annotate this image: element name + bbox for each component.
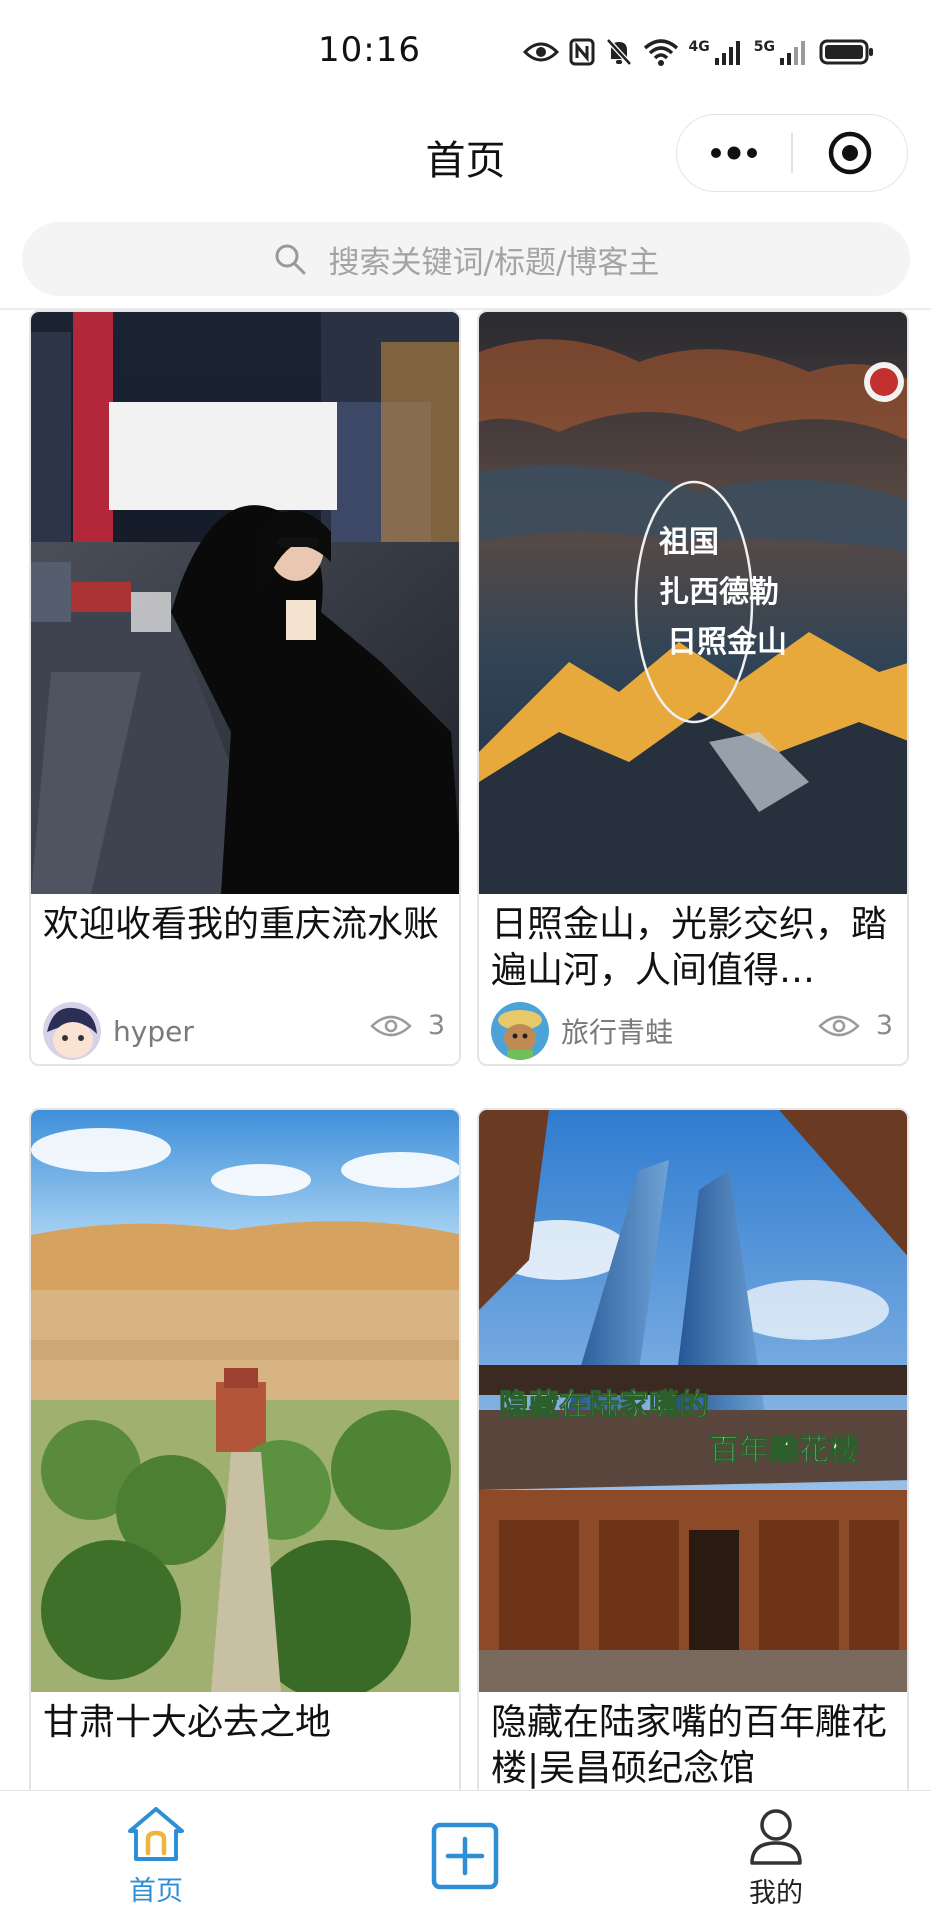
author-avatar[interactable] [43,1002,101,1060]
status-time: 10:16 [318,30,421,70]
post-card[interactable]: 祖国 扎西德勒 日照金山 日照金山，光影交织，踏遍山河，人间值得… 旅行青蛙 3 [477,310,909,1066]
more-button[interactable] [677,114,791,192]
author-name[interactable]: 旅行青蛙 [561,1011,673,1051]
search-icon [275,244,306,275]
author-name[interactable]: hyper [113,1015,194,1048]
post-title: 甘肃十大必去之地 [43,1702,332,1743]
search-input[interactable]: 搜索关键词/标题/博客主 [22,222,910,296]
post-title: 日照金山，光影交织，踏遍山河，人间值得… [491,904,888,991]
tab-add-post[interactable] [365,1791,565,1920]
post-meta: hyper 3 [31,998,459,1064]
tab-mine-label: 我的 [749,1878,803,1909]
signal-4g-icon [714,34,744,70]
post-title: 欢迎收看我的重庆流水账 [43,904,440,945]
post-card[interactable]: 甘肃十大必去之地 hhhh 4 [29,1108,461,1790]
battery-icon [819,34,875,70]
cover-text-1: 隐藏在陆家嘴的 [499,1388,709,1423]
net-label-5g: 5G [753,39,775,55]
record-icon [828,131,872,175]
eye-icon [369,1015,412,1036]
cover-text-2: 百年雕花楼 [709,1433,859,1468]
wifi-icon [643,34,679,70]
signal-5g-icon [779,34,809,70]
user-icon [750,1809,802,1865]
mute-icon [605,34,633,70]
post-meta: 旅行青蛙 3 [479,998,907,1064]
view-counter: 3 [817,1010,893,1041]
status-icons: 4G 5G [522,34,875,70]
post-cover-image: 祖国 扎西德勒 日照金山 [479,312,907,894]
tab-home[interactable]: 首页 [56,1791,256,1920]
view-counter: 3 [369,1010,445,1041]
net-label-4g: 4G [688,39,710,55]
status-bar: 10:16 4G 5G [0,0,931,108]
post-cover-image [31,1110,459,1692]
home-icon [128,1807,184,1861]
nfc-icon [569,34,595,70]
post-card[interactable]: 隐藏在陆家嘴的 百年雕花楼 隐藏在陆家嘴的百年雕花楼|吴昌硕纪念馆 [477,1108,909,1790]
more-dots-icon [711,146,758,160]
screen: 10:16 4G 5G 首页 搜索关键词/标题/博客主 欢迎收看我的重庆流水账 … [0,0,931,1920]
mini-program-capsule [676,114,908,192]
cover-text-2: 扎西德勒 [659,575,779,610]
tab-bar: 首页 我的 [0,1790,931,1920]
post-cover-image: 隐藏在陆家嘴的 百年雕花楼 [479,1110,907,1692]
cover-text-3: 日照金山 [667,625,787,660]
post-title: 隐藏在陆家嘴的百年雕花楼|吴昌硕纪念馆 [491,1702,888,1789]
eye-icon [522,34,559,70]
search-placeholder: 搜索关键词/标题/博客主 [328,244,660,281]
tab-mine[interactable]: 我的 [676,1791,876,1920]
post-cover-image [31,312,459,894]
view-count: 3 [427,1010,445,1041]
close-mini-program-button[interactable] [793,114,907,192]
cover-text-1: 祖国 [659,525,719,560]
nav-header: 首页 [0,108,931,208]
post-card[interactable]: 欢迎收看我的重庆流水账 hyper 3 [29,310,461,1066]
view-count: 3 [875,1010,893,1041]
tab-home-label: 首页 [129,1876,183,1907]
author-avatar[interactable] [491,1002,549,1060]
post-feed: 欢迎收看我的重庆流水账 hyper 3 祖国 扎西德勒 日照金山 日照金山，光影… [0,310,931,1790]
eye-icon [817,1015,860,1036]
add-icon [431,1822,499,1890]
